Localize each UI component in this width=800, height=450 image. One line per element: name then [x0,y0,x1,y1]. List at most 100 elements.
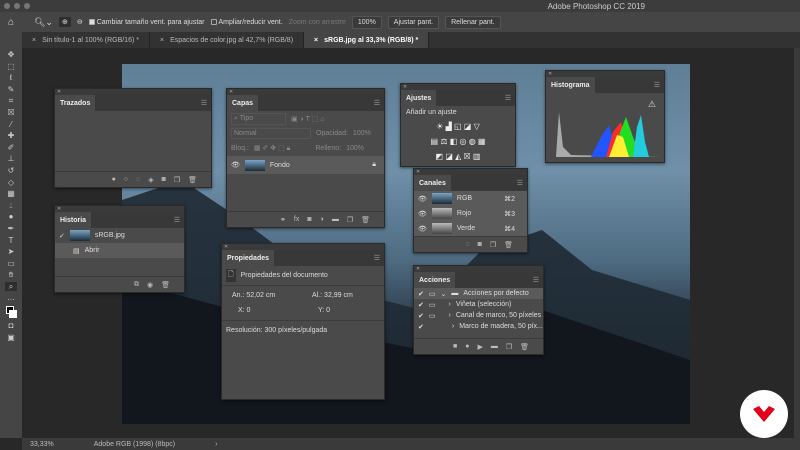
tab-propiedades[interactable]: Propiedades [222,250,275,266]
filter-icons[interactable]: ▣ ◑ T ⬚ ⌂ [291,115,325,123]
make-path-icon[interactable]: ◈ [148,176,153,184]
pen-tool-icon[interactable]: ✒ [5,224,17,234]
zoom-in-icon[interactable]: ⊕ [58,17,71,27]
opacity-input[interactable]: 100% [353,130,371,137]
more-tools-icon[interactable]: … [5,293,17,303]
action-row[interactable]: ✔ › Marco de madera, 50 píx... [414,321,543,332]
check-icon[interactable]: ✔ [418,312,424,320]
action-row[interactable]: ✔ ▭ › Canal de marco, 50 píxeles [414,310,543,321]
tab-sin-titulo[interactable]: × Sin título-1 al 100% (RGB/16) * [22,32,150,48]
new-channel-icon[interactable]: ❐ [490,241,496,249]
hand-tool-icon[interactable]: ✋︎ [5,270,17,280]
channel-row-green[interactable]: 👁︎ Verde ⌘4 [414,221,527,236]
close-tab-icon[interactable]: × [160,37,164,44]
eye-icon[interactable]: 👁︎ [418,210,427,218]
channel-row-red[interactable]: 👁︎ Rojo ⌘3 [414,206,527,221]
panel-menu-icon[interactable]: ☰ [174,212,184,228]
chevron-right-icon[interactable]: › [441,301,451,308]
trash-icon[interactable]: 🗑︎ [361,216,370,224]
trash-icon[interactable]: 🗑︎ [188,176,197,184]
add-mask-icon[interactable]: ◙ [162,176,166,183]
history-snapshot[interactable]: ✓ sRGB.jpg [55,228,184,243]
play-icon[interactable]: ▶ [477,343,482,351]
action-row[interactable]: ✔ ▭ › Viñeta (selección) [414,299,543,310]
folder-icon[interactable]: ▬ [332,216,339,223]
layer-row[interactable]: 👁︎ Fondo 🔒︎ [227,156,384,174]
eraser-tool-icon[interactable]: ◇ [5,178,17,188]
channel-row-rgb[interactable]: 👁︎ RGB ⌘2 [414,191,527,206]
blend-mode-select[interactable]: Normal [231,128,311,139]
trash-icon[interactable]: 🗑︎ [161,281,170,289]
load-selection-icon[interactable]: ◌ [465,241,469,248]
crop-tool-icon[interactable]: ⌗ [5,96,17,106]
history-state[interactable]: ▤ Abrir [55,243,184,258]
y-value[interactable]: Y: 0 [312,307,392,314]
dodge-tool-icon[interactable]: ● [5,212,17,222]
gradient-tool-icon[interactable]: ▦ [5,189,17,199]
trash-icon[interactable]: 🗑︎ [504,241,513,249]
panel-menu-icon[interactable]: ☰ [201,95,211,111]
path-selection-tool-icon[interactable]: ➤ [5,247,17,257]
zoom-level[interactable]: 33,33% [30,441,54,448]
clone-stamp-tool-icon[interactable]: ⊥ [5,154,17,164]
close-tab-icon[interactable]: × [32,37,36,44]
eyedropper-tool-icon[interactable]: ⁄ [5,120,17,130]
new-action-icon[interactable]: ❐ [506,343,512,351]
folder-icon[interactable]: ▬ [491,343,498,350]
eye-icon[interactable]: 👁︎ [418,195,427,203]
right-panel-strip[interactable] [794,48,800,438]
lock-icons[interactable]: ▦ ✐ ✥ ⬚ 🔒︎ [254,144,290,153]
stop-icon[interactable]: ■ [453,343,457,350]
link-icon[interactable]: ⚭ [280,216,286,224]
healing-brush-tool-icon[interactable]: ✚ [5,131,17,141]
tab-srgb[interactable]: × sRGB.jpg al 33,3% (RGB/8) * [304,32,430,48]
eye-icon[interactable]: 👁︎ [231,161,240,169]
scrubby-zoom-checkbox[interactable]: Zoom con arrastre [289,19,346,26]
quick-selection-tool-icon[interactable]: ✎ [5,85,17,95]
fill-path-icon[interactable]: ● [112,176,116,183]
record-icon[interactable]: ● [465,343,469,350]
tab-historia[interactable]: Historia [55,212,92,228]
panel-menu-icon[interactable]: ☰ [374,95,384,111]
move-tool-icon[interactable]: ✥ [5,50,17,60]
tab-capas[interactable]: Capas [227,95,259,111]
panel-menu-icon[interactable]: ☰ [374,250,384,266]
brush-tool-icon[interactable]: ✐ [5,143,17,153]
resize-windows-checkbox[interactable]: Cambiar tamaño vent. para ajustar [88,19,205,26]
panel-menu-icon[interactable]: ☰ [505,90,515,106]
load-selection-icon[interactable]: ◌ [136,176,140,183]
action-set-row[interactable]: ✔ ▭ ⌄ ▬ Acciones por defecto [414,288,543,299]
lasso-tool-icon[interactable]: ℓ [5,73,17,83]
panel-menu-icon[interactable]: ☰ [654,77,664,93]
zoom-tool-preset-icon[interactable]: 🔍︎⌄ [34,17,53,28]
height-value[interactable]: Al.: 32,99 cm [312,292,392,299]
tab-trazados[interactable]: Trazados [55,95,96,111]
tab-histograma[interactable]: Histograma [546,77,595,93]
new-layer-icon[interactable]: ❐ [347,216,353,224]
layer-filter-select[interactable]: ⌕ Tipo [231,112,286,125]
dialog-toggle-icon[interactable]: ▭ [429,312,436,320]
check-icon[interactable]: ✔ [418,301,424,309]
camera-icon[interactable]: ◉ [147,281,153,289]
chevron-right-icon[interactable]: › [441,312,451,319]
fx-icon[interactable]: fx [294,216,299,223]
stroke-path-icon[interactable]: ○ [124,176,128,183]
eye-icon[interactable]: 👁︎ [418,225,427,233]
zoom-100-button[interactable]: 100% [351,15,382,29]
type-tool-icon[interactable]: T [5,236,17,246]
zoom-all-checkbox[interactable]: Ampliar/reducir vent. [210,19,283,26]
screen-mode-icon[interactable]: ▣ [5,333,17,343]
x-value[interactable]: X: 0 [232,307,312,314]
tab-acciones[interactable]: Acciones [414,272,456,288]
color-swatches-icon[interactable] [5,305,17,319]
new-path-icon[interactable]: ❐ [174,176,180,184]
fit-screen-button[interactable]: Ajustar pant. [387,15,440,29]
fill-screen-button[interactable]: Rellenar pant. [445,15,501,29]
tab-ajustes[interactable]: Ajustes [401,90,437,106]
chevron-right-icon[interactable]: › [452,323,454,330]
check-icon[interactable]: ✔ [418,290,424,298]
trash-icon[interactable]: 🗑︎ [520,343,529,351]
tab-espacios-de-color[interactable]: × Espacios de color.jpg al 42,7% (RGB/8) [150,32,305,48]
add-mask-icon[interactable]: ◙ [307,216,311,223]
marquee-tool-icon[interactable]: ⬚ [5,62,17,72]
